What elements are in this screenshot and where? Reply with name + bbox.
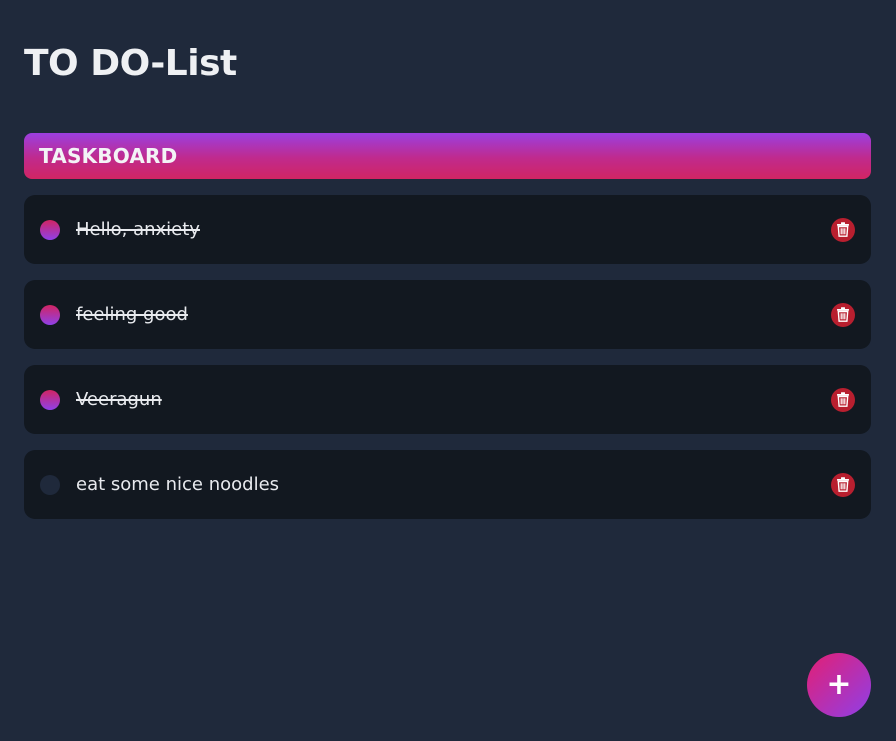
delete-task-button[interactable]: [831, 472, 855, 497]
task-item: Veeragun: [24, 365, 871, 434]
add-task-button[interactable]: +: [807, 653, 871, 717]
trash-icon: [837, 307, 849, 322]
delete-task-button[interactable]: [831, 302, 855, 327]
task-text: feeling good: [76, 304, 188, 325]
trash-icon: [837, 222, 849, 237]
task-checkbox[interactable]: [40, 474, 60, 495]
task-list: Hello, anxiety feeling good Veeragun eat…: [24, 195, 871, 535]
page-title: TO DO-List: [24, 43, 237, 84]
task-checkbox[interactable]: [40, 389, 60, 410]
task-checkbox[interactable]: [40, 304, 60, 325]
trash-icon: [837, 392, 849, 407]
task-checkbox[interactable]: [40, 219, 60, 240]
delete-task-button[interactable]: [831, 387, 855, 412]
trash-icon: [837, 477, 849, 492]
task-text: Veeragun: [76, 389, 162, 410]
task-item: eat some nice noodles: [24, 450, 871, 519]
taskboard-header: TASKBOARD: [24, 133, 871, 179]
plus-icon: +: [826, 667, 852, 702]
task-text: eat some nice noodles: [76, 474, 280, 495]
delete-task-button[interactable]: [831, 217, 855, 242]
task-item: feeling good: [24, 280, 871, 349]
taskboard-title: TASKBOARD: [39, 144, 178, 168]
task-item: Hello, anxiety: [24, 195, 871, 264]
task-text: Hello, anxiety: [76, 219, 200, 240]
